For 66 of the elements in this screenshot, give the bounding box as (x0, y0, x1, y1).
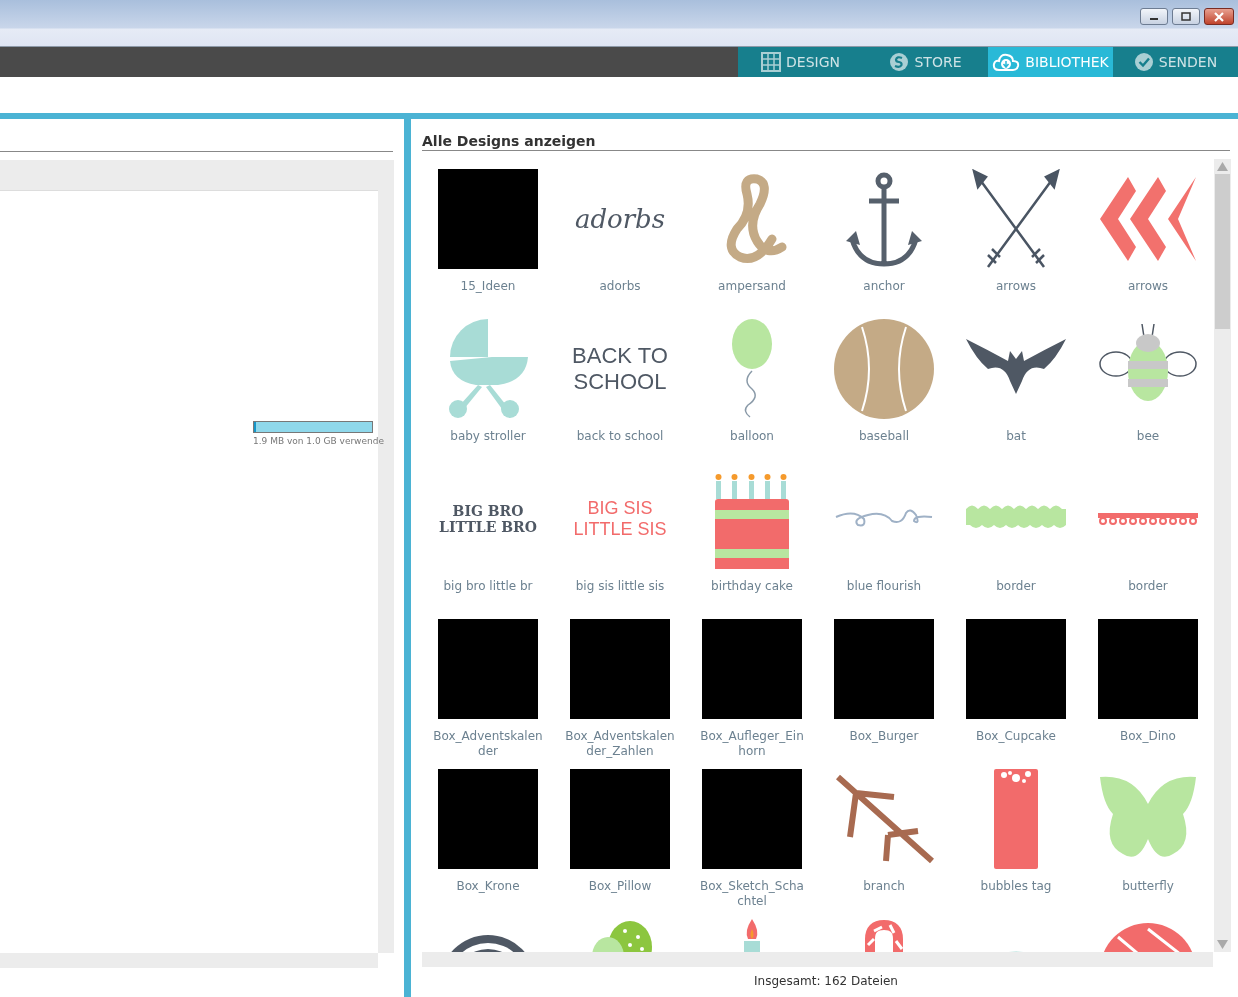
design-thumbnail[interactable] (966, 619, 1066, 719)
design-label: Box_Dino (1119, 729, 1177, 744)
design-thumbnail[interactable] (702, 619, 802, 719)
design-label: Box_Adventskalender (433, 729, 543, 759)
design-label: big sis little sis (574, 579, 666, 594)
design-label: bubbles tag (979, 879, 1053, 894)
design-thumbnail[interactable] (1098, 619, 1198, 719)
close-icon (1213, 11, 1225, 22)
grid-icon (761, 52, 781, 72)
artwork-text: SCHOOL (573, 369, 667, 395)
design-thumbnail[interactable] (570, 769, 670, 869)
design-label: arrows (1126, 279, 1170, 294)
s-logo-icon (889, 52, 910, 72)
artwork-text: LITTLE BRO (439, 519, 537, 535)
nav-tab[interactable]: DESIGN (738, 47, 863, 77)
scrollbar-thumb[interactable] (1215, 174, 1230, 329)
nav-tab[interactable]: STORE (863, 47, 988, 77)
check-circle-icon (1133, 52, 1154, 72)
restore-button[interactable] (1172, 8, 1200, 25)
artwork-text: BACK TO (572, 343, 668, 369)
artwork-text: BIG BRO (452, 503, 524, 519)
design-label: bee (1135, 429, 1161, 444)
design-label: branch (862, 879, 906, 894)
nav-tab[interactable]: SENDEN (1113, 47, 1238, 77)
design-label: baby stroller (449, 429, 527, 444)
design-label: ampersand (717, 279, 787, 294)
artwork-text: adorbs (574, 204, 666, 234)
minimize-button[interactable] (1140, 8, 1168, 25)
design-thumbnail[interactable] (438, 619, 538, 719)
artwork-text: BIG SIS (587, 498, 653, 519)
scroll-down-icon (1214, 938, 1231, 952)
design-label: arrows (994, 279, 1038, 294)
baseball-drawing[interactable] (834, 319, 934, 419)
artwork-text: LITTLE SIS (573, 519, 667, 540)
storage-usage: 1.9 MB von 1.0 GB verwende (253, 435, 384, 448)
design-label: back to school (575, 429, 665, 444)
design-label: Box_Sketch_Schachtel (699, 879, 805, 909)
design-label: bat (1005, 429, 1027, 444)
design-label: blue flourish (845, 579, 923, 594)
design-thumbnail[interactable] (702, 769, 802, 869)
design-thumbnail[interactable] (570, 619, 670, 719)
design-thumbnail[interactable] (438, 169, 538, 269)
design-label: Box_Pillow (587, 879, 653, 894)
design-label: baseball (857, 429, 911, 444)
design-label: Box_Krone (455, 879, 521, 894)
design-label: 15_Ideen (459, 279, 517, 294)
cloud-download-icon (992, 52, 1021, 72)
design-label: anchor (862, 279, 906, 294)
section-title: Alle Designs anzeigen (422, 132, 597, 150)
design-label: Box_Adventskalender_Zahlen (565, 729, 675, 759)
design-thumbnail[interactable] (438, 769, 538, 869)
design-label: Box_Aufleger_Einhorn (699, 729, 805, 759)
design-label: butterfly (1121, 879, 1175, 894)
file-count: Insgesamt: 162 Dateien (753, 973, 899, 990)
design-label: big bro little br (442, 579, 534, 594)
design-label: Box_Cupcake (975, 729, 1057, 744)
design-label: Box_Burger (848, 729, 920, 744)
design-thumbnail[interactable] (834, 619, 934, 719)
design-label: border (995, 579, 1037, 594)
design-label: adorbs (598, 279, 642, 294)
design-label: birthday cake (710, 579, 794, 594)
design-label: border (1127, 579, 1169, 594)
nav-tab[interactable]: BIBLIOTHEK (988, 47, 1113, 77)
restore-icon (1180, 12, 1192, 21)
close-button[interactable] (1204, 8, 1234, 25)
design-label: balloon (729, 429, 775, 444)
